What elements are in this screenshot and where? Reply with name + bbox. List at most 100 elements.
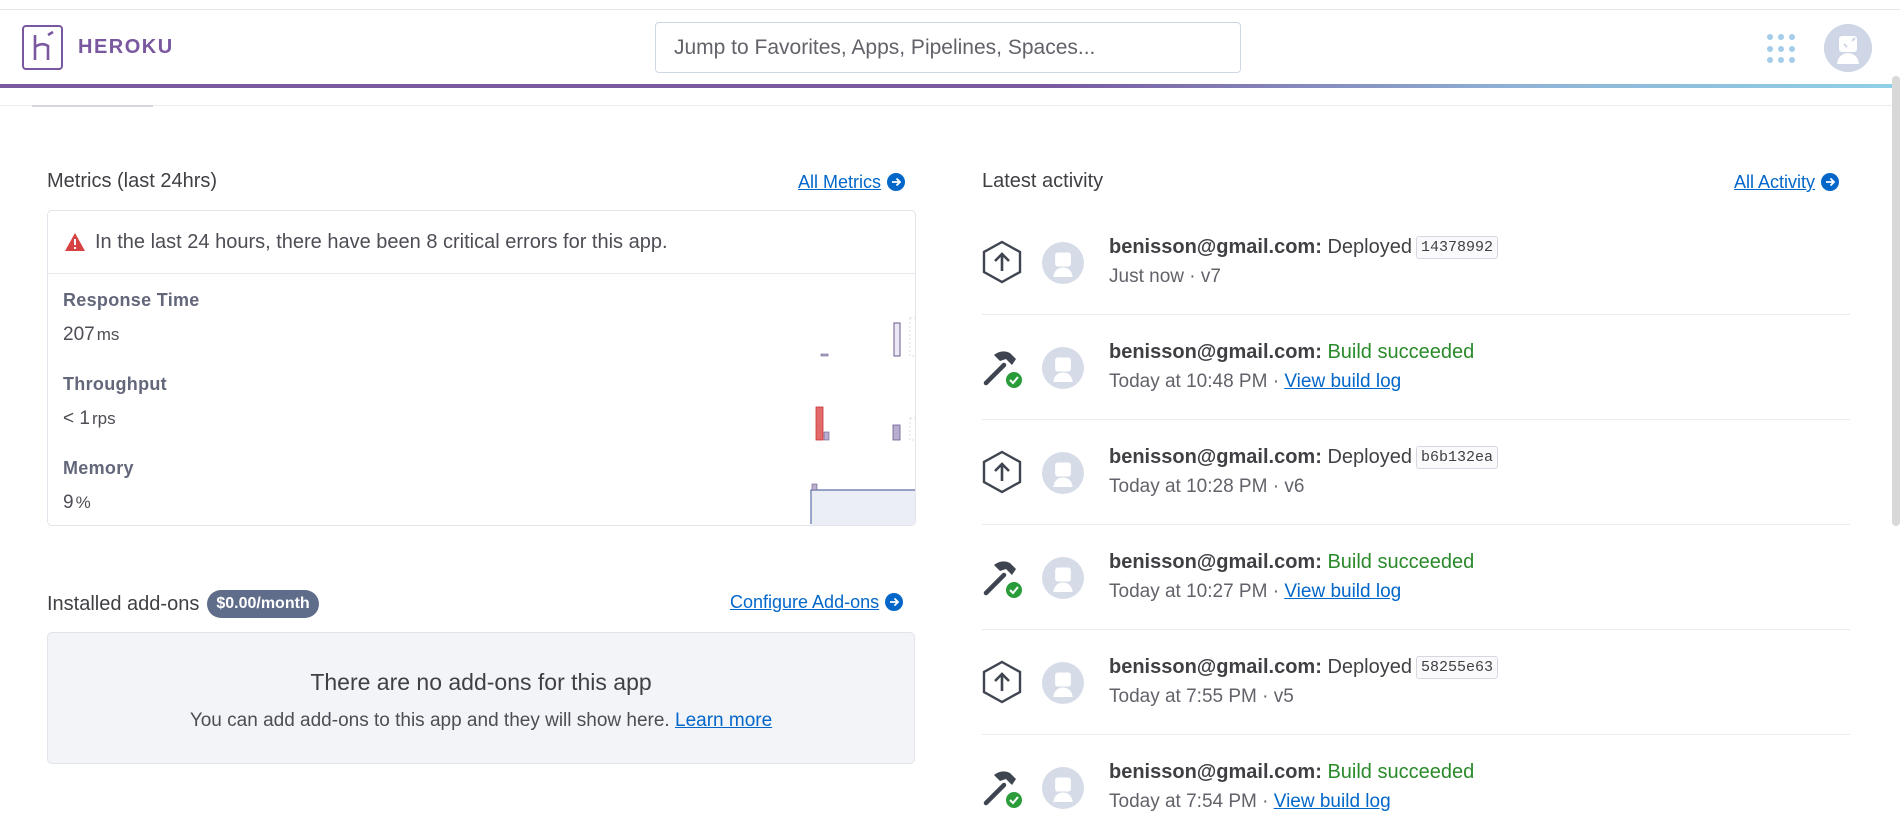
activity-user: benisson@gmail.com: — [1109, 761, 1322, 783]
deploy-icon — [982, 450, 1022, 494]
activity-item: benisson@gmail.com: Deployed 58255e63 Tod… — [982, 630, 1850, 735]
activity-time: Today at 10:48 PM · — [1109, 371, 1280, 392]
response-time-sparkline — [128, 317, 915, 357]
memory-sparkline — [128, 483, 915, 525]
metric-unit: rps — [91, 409, 116, 428]
user-avatar-icon — [1042, 662, 1084, 704]
active-tab-indicator — [32, 105, 153, 107]
activity-time: Today at 7:55 PM · v5 — [1109, 686, 1294, 707]
all-activity-link[interactable]: All Activity — [1734, 172, 1840, 193]
activity-action: Deployed — [1327, 656, 1412, 678]
view-build-log-link[interactable]: View build log — [1274, 791, 1391, 812]
user-avatar-icon — [1042, 557, 1084, 599]
user-avatar-icon — [1042, 767, 1084, 809]
activity-meta: Today at 10:48 PM · View build log — [1109, 371, 1401, 393]
user-avatar-icon — [1042, 452, 1084, 494]
activity-summary: benisson@gmail.com: Deployed 14378992 — [1109, 236, 1498, 259]
activity-user: benisson@gmail.com: — [1109, 656, 1322, 678]
avatar-icon — [1824, 24, 1872, 72]
metric-response-time[interactable]: Response Time 207 ms — [48, 274, 915, 358]
configure-addons-link[interactable]: Configure Add-ons — [730, 592, 904, 613]
app-header: HEROKU — [0, 10, 1900, 87]
arrow-right-circle-icon — [887, 173, 906, 191]
activity-item: benisson@gmail.com: Deployed 14378992 Jus… — [982, 210, 1850, 315]
activity-title: Latest activity — [982, 170, 1104, 192]
heroku-logo-icon — [22, 25, 63, 70]
user-avatar-icon — [1042, 242, 1084, 284]
metrics-title: Metrics (last 24hrs) — [47, 170, 218, 192]
arrow-right-circle-icon — [1821, 173, 1840, 191]
build-succeeded-icon — [983, 351, 1022, 388]
user-avatar[interactable] — [1824, 24, 1872, 72]
deploy-icon — [982, 660, 1022, 704]
activity-meta: Today at 10:27 PM · View build log — [1109, 581, 1401, 603]
activity-summary: benisson@gmail.com: Deployed 58255e63 — [1109, 656, 1498, 679]
empty-heading: There are no add-ons for this app — [310, 669, 652, 695]
activity-time: Today at 10:27 PM · — [1109, 581, 1280, 602]
activity-item: benisson@gmail.com: Deployed b6b132ea Tod… — [982, 420, 1850, 525]
deploy-icon — [982, 240, 1022, 284]
metric-number: 207 — [63, 324, 95, 345]
activity-action: Build succeeded — [1327, 761, 1475, 783]
activity-time: Today at 10:28 PM · v6 — [1109, 476, 1305, 497]
activity-item: benisson@gmail.com: Build succeeded Toda… — [982, 735, 1850, 814]
metric-number: 9 — [63, 492, 74, 513]
top-strip — [0, 0, 1900, 10]
configure-addons-label[interactable]: Configure Add-ons — [730, 592, 879, 612]
activity-time: Today at 7:54 PM · — [1109, 791, 1269, 812]
activity-summary: benisson@gmail.com: Build succeeded — [1109, 761, 1474, 784]
all-metrics-label[interactable]: All Metrics — [798, 172, 881, 192]
activity-summary: benisson@gmail.com: Build succeeded — [1109, 341, 1474, 364]
metric-unit: % — [75, 493, 91, 512]
brand-name: HEROKU — [78, 36, 174, 58]
metric-label: Response Time — [63, 290, 200, 310]
throughput-sparkline — [128, 406, 915, 441]
activity-action: Build succeeded — [1327, 341, 1475, 363]
metric-label: Throughput — [63, 374, 167, 394]
activity-user: benisson@gmail.com: — [1109, 551, 1322, 573]
activity-item: benisson@gmail.com: Build succeeded Toda… — [982, 525, 1850, 630]
metric-memory[interactable]: Memory 9% — [48, 442, 915, 525]
metric-value: 9% — [63, 492, 91, 514]
view-build-log-link[interactable]: View build log — [1284, 371, 1401, 392]
apps-grid-icon[interactable] — [1767, 34, 1797, 64]
page-scrollbar[interactable] — [1892, 76, 1900, 526]
metric-value: 207 ms — [63, 324, 119, 346]
all-activity-label[interactable]: All Activity — [1734, 172, 1815, 192]
metric-label: Memory — [63, 458, 134, 478]
empty-text: You can add add-ons to this app and they… — [48, 710, 914, 732]
search-input[interactable] — [655, 22, 1241, 73]
heroku-logo[interactable]: HEROKU — [22, 25, 174, 70]
all-metrics-link[interactable]: All Metrics — [798, 172, 906, 193]
addons-title: Installed add-ons — [47, 592, 200, 615]
header-accent-bar — [0, 84, 1900, 88]
view-build-log-link[interactable]: View build log — [1284, 581, 1401, 602]
activity-summary: benisson@gmail.com: Deployed b6b132ea — [1109, 446, 1498, 469]
activity-user: benisson@gmail.com: — [1109, 341, 1322, 363]
activity-summary: benisson@gmail.com: Build succeeded — [1109, 551, 1474, 574]
learn-more-link[interactable]: Learn more — [675, 710, 772, 731]
metric-throughput[interactable]: Throughput < 1 rps — [48, 358, 915, 442]
arrow-right-circle-icon — [885, 593, 904, 611]
warning-icon — [65, 233, 85, 251]
activity-time: Just now · v7 — [1109, 266, 1221, 287]
activity-user: benisson@gmail.com: — [1109, 446, 1322, 468]
addons-header: Installed add-ons $0.00/month — [47, 590, 319, 618]
commit-sha: b6b132ea — [1415, 446, 1498, 469]
activity-action: Deployed — [1327, 236, 1412, 258]
tab-divider — [0, 105, 1900, 106]
activity-meta: Today at 7:54 PM · View build log — [1109, 791, 1391, 813]
activity-action: Deployed — [1327, 446, 1412, 468]
activity-action: Build succeeded — [1327, 551, 1475, 573]
build-succeeded-icon — [983, 771, 1022, 808]
activity-user: benisson@gmail.com: — [1109, 236, 1322, 258]
metric-unit: ms — [96, 325, 120, 344]
addons-cost-badge: $0.00/month — [207, 590, 319, 618]
commit-sha: 14378992 — [1415, 236, 1498, 259]
addons-empty-state: There are no add-ons for this app You ca… — [47, 632, 915, 764]
metric-number: < 1 — [63, 408, 90, 429]
critical-errors-alert: In the last 24 hours, there have been 8 … — [48, 211, 915, 274]
activity-list: benisson@gmail.com: Deployed 14378992 Jus… — [982, 210, 1850, 814]
metric-value: < 1 rps — [63, 408, 116, 430]
empty-description: You can add add-ons to this app and they… — [189, 710, 670, 731]
